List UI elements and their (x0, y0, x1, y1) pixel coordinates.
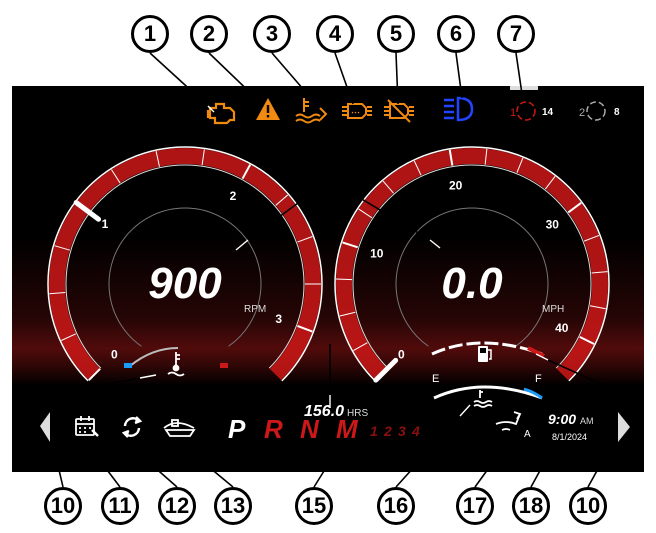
gear-4: 4 (411, 423, 420, 439)
rpm-unit: RPM (244, 304, 266, 315)
gear-3: 3 (398, 423, 406, 439)
speed-unit: MPH (542, 304, 564, 315)
trim-label: A (524, 429, 531, 440)
speed-tick-label: 20 (449, 178, 463, 192)
callout-7: 7 (497, 15, 535, 53)
callout-10-right: 10 (569, 487, 607, 525)
callout-17: 17 (456, 487, 494, 525)
rpm-tick-label: 1 (102, 217, 109, 231)
callout-15: 15 (295, 487, 333, 525)
temp-hot-marker (220, 363, 228, 368)
callout-5: 5 (377, 15, 415, 53)
speed-tick-label: 10 (370, 246, 384, 260)
callout-4: 4 (316, 15, 354, 53)
temp-cold-marker (124, 363, 132, 368)
fuel-full-label: F (535, 373, 542, 385)
gear-p: P (228, 414, 246, 444)
counter-1-label: 1 (510, 107, 516, 119)
callout-6: 6 (437, 15, 475, 53)
callout-16: 16 (377, 487, 415, 525)
callout-13: 13 (214, 487, 252, 525)
clock-time: 9:00 (548, 411, 576, 427)
gear-r: R (264, 414, 283, 444)
speed-tick (336, 278, 353, 281)
callout-3: 3 (253, 15, 291, 53)
dashboard-screen: ⋯ 1 14 2 8 0123 0 10 20 30 40 900 RPM 0.… (12, 86, 644, 472)
speed-tick-label: 40 (555, 321, 569, 335)
callout-1: 1 (131, 15, 169, 53)
rpm-tick-label: 0 (111, 348, 118, 362)
speed-tick-label: 0 (398, 348, 405, 362)
clock-ampm: AM (580, 416, 594, 426)
counter-highlight (510, 86, 538, 90)
dashboard-canvas: ⋯ 1 14 2 8 0123 010203040 900 RPM 0.0 MP… (12, 86, 644, 472)
callout-12: 12 (158, 487, 196, 525)
rpm-tick-label: 3 (275, 312, 282, 326)
emission-icon: ⋯ (342, 103, 372, 119)
rpm-value: 900 (148, 259, 222, 308)
speed-tick-label: 30 (546, 217, 560, 231)
svg-text:⋯: ⋯ (351, 107, 360, 117)
counter-2-value: 8 (614, 107, 620, 118)
callout-11: 11 (101, 487, 139, 525)
fuel-empty-label: E (432, 373, 439, 385)
counter-1-value: 14 (542, 107, 554, 118)
gear-n: N (300, 414, 320, 444)
speed-value: 0.0 (441, 259, 503, 308)
gear-m: M (336, 414, 359, 444)
callout-2: 2 (190, 15, 228, 53)
counter-2-label: 2 (579, 107, 585, 119)
gear-2: 2 (383, 423, 392, 439)
callout-10-left: 10 (44, 487, 82, 525)
rpm-tick-label: 2 (230, 189, 237, 203)
callout-18: 18 (512, 487, 550, 525)
clock-date: 8/1/2024 (552, 432, 587, 442)
gear-1: 1 (370, 423, 378, 439)
